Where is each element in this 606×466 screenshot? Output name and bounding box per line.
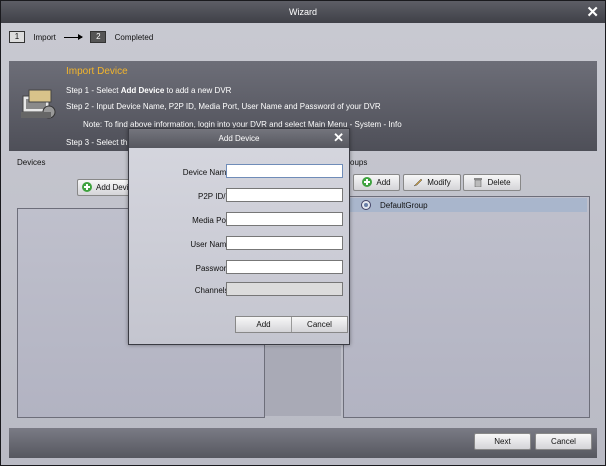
groups-list[interactable] [343, 196, 590, 418]
trash-icon [473, 177, 483, 189]
step-3-text: Step 3 - Select th [66, 138, 128, 147]
step-1-text: Step 1 - Select Add Device to add a new … [66, 86, 232, 95]
step-indicator: 1 Import 2 Completed [9, 31, 597, 55]
p2p-id-field[interactable] [226, 188, 343, 202]
next-button[interactable]: Next [474, 433, 531, 450]
media-port-field[interactable] [226, 212, 343, 226]
user-name-field[interactable] [226, 236, 343, 250]
step-2-label: Completed [114, 32, 154, 42]
groups-label: oups [350, 158, 368, 167]
arrow-right-icon [64, 33, 84, 40]
dialog-title-bar: Add Device ✕ [129, 129, 349, 148]
password-label: Password: [195, 264, 233, 273]
plus-icon [82, 181, 92, 194]
device-name-label: Device Name: [182, 168, 233, 177]
window-title: Wizard [288, 7, 317, 17]
step-1-label: Import [33, 32, 56, 42]
dialog-title: Add Device [218, 134, 260, 143]
modify-group-button[interactable]: Modify [403, 174, 461, 191]
step-1-number: 1 [9, 31, 25, 43]
cancel-button[interactable]: Cancel [535, 433, 592, 450]
add-device-dialog: Add Device ✕ Device Name: P2P ID/IP Medi… [128, 128, 350, 345]
dialog-close-icon[interactable]: ✕ [333, 130, 344, 146]
step-2-number: 2 [90, 31, 107, 43]
user-name-label: User Name: [190, 240, 233, 249]
banner-heading: Import Device [66, 66, 128, 77]
dialog-cancel-button[interactable]: Cancel [291, 317, 347, 332]
plus-icon [362, 176, 373, 189]
devices-label: Devices [17, 158, 46, 167]
footer-bar: Next Cancel [9, 428, 597, 458]
channels-field [226, 282, 343, 296]
step-2-text: Step 2 - Input Device Name, P2P ID, Medi… [66, 102, 381, 111]
middle-spacer [265, 346, 341, 416]
list-item-default-group[interactable]: DefaultGroup [344, 198, 587, 212]
group-name: DefaultGroup [380, 201, 428, 210]
close-icon[interactable]: ✕ [586, 3, 599, 21]
add-group-button[interactable]: Add [353, 174, 400, 191]
channels-label: Channels : [194, 286, 233, 295]
wizard-window: Wizard ✕ 1 Import 2 Completed Import Dev… [0, 0, 606, 466]
password-field[interactable] [226, 260, 343, 274]
dialog-add-button[interactable]: Add [236, 317, 291, 332]
dialog-button-group: Add Cancel [235, 316, 348, 333]
pencil-icon [413, 177, 423, 189]
title-bar: Wizard ✕ [1, 1, 605, 23]
media-port-label: Media Port: [192, 216, 233, 225]
group-icon [360, 200, 372, 212]
p2p-id-label: P2P ID/IP [198, 192, 233, 201]
delete-group-button[interactable]: Delete [463, 174, 521, 191]
import-device-icon [19, 86, 59, 122]
device-name-field[interactable] [226, 164, 343, 178]
